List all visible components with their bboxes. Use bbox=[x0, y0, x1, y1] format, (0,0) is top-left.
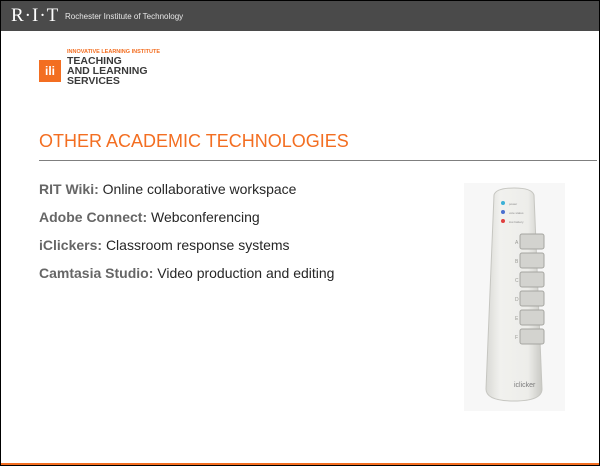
answer-button bbox=[519, 309, 545, 326]
list-item: RIT Wiki: Online collaborative workspace bbox=[39, 180, 334, 208]
item-description: Webconferencing bbox=[151, 209, 260, 225]
led-label: low battery bbox=[509, 220, 524, 224]
answer-button bbox=[519, 252, 545, 269]
item-term: RIT Wiki: bbox=[39, 181, 99, 197]
answer-button bbox=[519, 233, 545, 250]
answer-button bbox=[519, 328, 545, 345]
unit-name-line: SERVICES bbox=[67, 75, 120, 87]
institution-name: Rochester Institute of Technology bbox=[65, 12, 184, 21]
led-label: power bbox=[509, 202, 517, 206]
button-label: C bbox=[515, 278, 519, 284]
item-term: Adobe Connect: bbox=[39, 209, 148, 225]
tls-logo-icon: ili bbox=[39, 60, 61, 82]
item-description: Online collaborative workspace bbox=[102, 181, 297, 197]
item-term: iClickers: bbox=[39, 237, 103, 253]
item-term: Camtasia Studio: bbox=[39, 265, 154, 281]
footer-bar bbox=[1, 463, 599, 465]
list-item: iClickers: Classroom response systems bbox=[39, 236, 334, 264]
status-led bbox=[501, 219, 505, 223]
status-led bbox=[501, 201, 505, 205]
unit-name: TEACHING AND LEARNING SERVICES bbox=[67, 56, 148, 87]
iclicker-photo: power vote status low battery A B C D E … bbox=[464, 183, 565, 411]
header-bar: R·I·T Rochester Institute of Technology bbox=[1, 1, 599, 31]
led-label: vote status bbox=[509, 211, 524, 215]
item-description: Classroom response systems bbox=[105, 237, 290, 253]
button-label: D bbox=[515, 297, 519, 303]
list-item: Adobe Connect: Webconferencing bbox=[39, 208, 334, 236]
item-description: Video production and editing bbox=[157, 265, 335, 281]
button-label: F bbox=[515, 335, 518, 341]
title-divider bbox=[39, 160, 597, 161]
slide: R·I·T Rochester Institute of Technology … bbox=[0, 0, 600, 466]
slide-title: OTHER ACADEMIC TECHNOLOGIES bbox=[39, 131, 349, 151]
status-led bbox=[501, 210, 505, 214]
answer-button bbox=[519, 290, 545, 307]
iclicker-brand: iclicker bbox=[514, 382, 536, 389]
answer-button bbox=[519, 271, 545, 288]
rit-logo: R·I·T bbox=[11, 5, 60, 26]
technology-list: RIT Wiki: Online collaborative workspace… bbox=[39, 180, 334, 292]
list-item: Camtasia Studio: Video production and ed… bbox=[39, 264, 334, 292]
